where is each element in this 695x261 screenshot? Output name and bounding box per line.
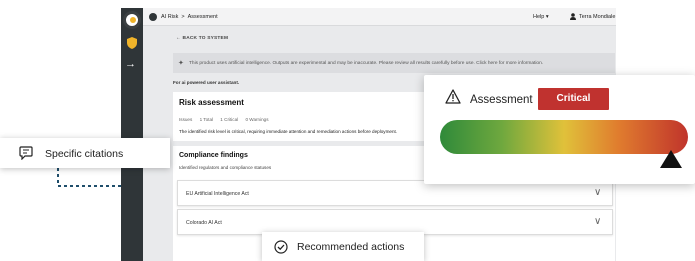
user-icon[interactable] <box>570 13 576 20</box>
sparkle-icon: ✦ <box>178 60 184 67</box>
compliance-subtitle: Identified regulators and compliance sta… <box>179 165 272 170</box>
critical-badge: Critical <box>538 88 609 110</box>
assessment-callout: Assessment Critical <box>424 75 695 184</box>
compliance-title: Compliance findings <box>179 152 248 159</box>
breadcrumb-separator: > <box>181 14 185 20</box>
stat-issues: Issues <box>179 117 193 122</box>
chevron-down-icon[interactable]: ∨ <box>594 216 601 227</box>
risk-assessment-title: Risk assessment <box>179 98 244 107</box>
specific-citations-label: Specific citations <box>45 148 124 160</box>
app-logo-icon[interactable] <box>123 11 141 29</box>
ai-risk-icon[interactable] <box>149 13 157 21</box>
accordion-label: EU Artificial Intelligence Act <box>186 191 249 197</box>
breadcrumb: AI Risk > Assessment <box>161 14 218 20</box>
ai-use-note: For ai powered user assistant. <box>173 80 240 85</box>
risk-description: The identified risk level is critical, r… <box>179 129 398 134</box>
risk-gauge-bar <box>440 120 688 154</box>
shield-icon[interactable] <box>127 37 137 49</box>
back-to-system-link[interactable]: ← BACK TO SYSTEM <box>176 36 228 41</box>
assessment-label: Assessment <box>470 94 533 106</box>
recommended-actions-label: Recommended actions <box>297 241 405 253</box>
speech-bubble-icon <box>19 146 33 160</box>
expand-arrow-icon[interactable]: → <box>125 58 136 70</box>
specific-citations-callout: Specific citations <box>0 138 170 168</box>
help-chevron-icon: ▾ <box>545 14 549 20</box>
warning-icon <box>445 89 461 104</box>
risk-stats: Issues 1 Total 1 Critical 0 Warnings <box>179 117 275 122</box>
breadcrumb-current: Assessment <box>187 14 218 20</box>
check-circle-icon <box>274 240 288 254</box>
gauge-marker-icon <box>660 150 682 168</box>
user-name[interactable]: Terra Mondiale <box>579 14 615 20</box>
chevron-down-icon[interactable]: ∨ <box>594 187 601 198</box>
stat-total: 1 Total <box>199 117 214 122</box>
ai-disclaimer-banner[interactable]: ✦ This product uses artificial intellige… <box>173 53 615 73</box>
breadcrumb-root[interactable]: AI Risk <box>161 14 178 20</box>
recommended-actions-callout: Recommended actions <box>262 232 424 261</box>
help-label: Help <box>533 14 545 20</box>
app-sidebar: → <box>121 8 143 261</box>
accordion-label: Colorado AI Act <box>186 220 222 226</box>
banner-text: This product uses artificial intelligenc… <box>189 61 544 66</box>
stat-critical: 1 Critical <box>220 117 239 122</box>
stat-warnings: 0 Warnings <box>245 117 269 122</box>
help-menu[interactable]: Help ▾ <box>533 14 549 20</box>
top-bar: AI Risk > Assessment Help ▾ Terra Mondiale <box>143 8 616 26</box>
